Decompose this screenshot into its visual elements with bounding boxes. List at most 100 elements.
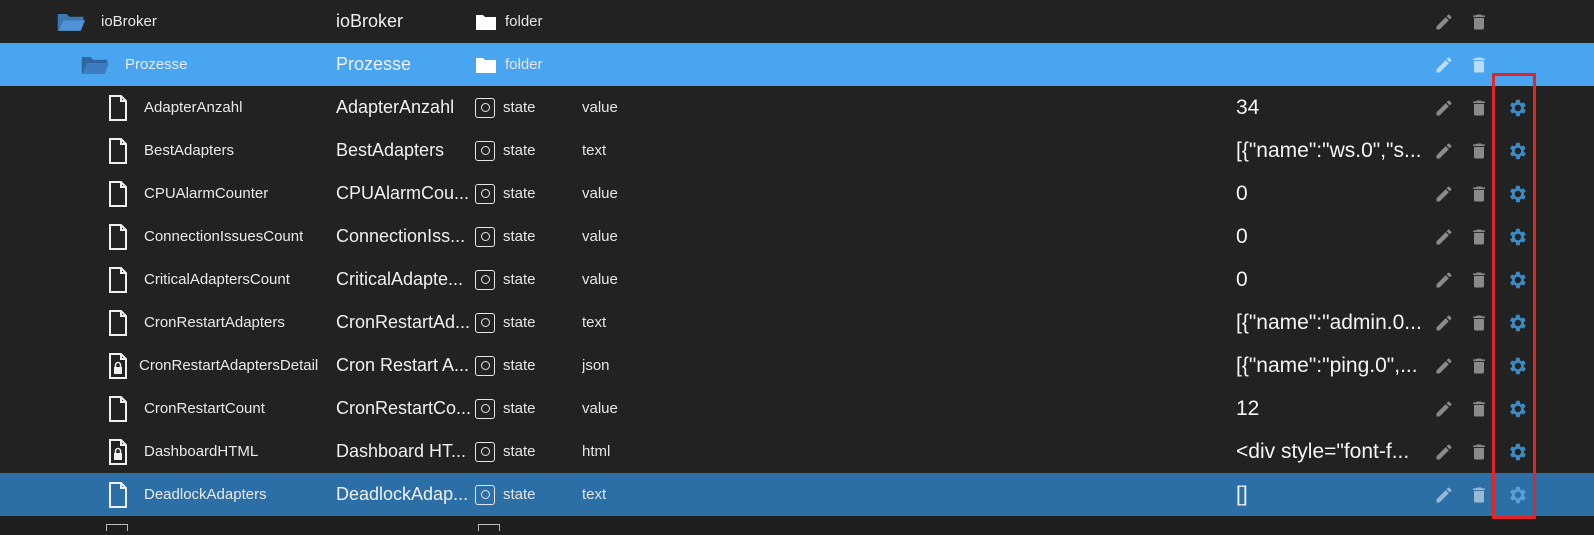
gear-icon[interactable] (1505, 129, 1529, 172)
tree-row-dashboardhtml[interactable]: DashboardHTML Dashboard HT... state html… (0, 430, 1594, 473)
object-id: CronRestartCount (144, 400, 265, 417)
object-name: CronRestartAd... (336, 312, 471, 332)
delete-icon[interactable] (1467, 258, 1491, 301)
object-role: json (582, 357, 610, 374)
state-icon (475, 226, 495, 247)
gear-icon[interactable] (1505, 215, 1529, 258)
state-icon (475, 140, 495, 161)
tree-row-connectionissuescount[interactable]: ConnectionIssuesCount ConnectionIss... s… (0, 215, 1594, 258)
object-name: Cron Restart A... (336, 355, 470, 375)
folder-icon (475, 56, 497, 74)
object-id: Prozesse (125, 56, 188, 73)
folder-open-icon[interactable] (56, 0, 86, 43)
edit-icon[interactable] (1432, 473, 1456, 516)
edit-icon[interactable] (1432, 430, 1456, 473)
object-value[interactable]: [{"name":"admin.0... (1236, 301, 1432, 344)
delete-icon[interactable] (1467, 473, 1491, 516)
object-id: CPUAlarmCounter (144, 185, 269, 202)
object-type: folder (475, 0, 565, 43)
delete-icon[interactable] (1467, 387, 1491, 430)
state-icon (475, 484, 495, 505)
edit-icon[interactable] (1432, 86, 1456, 129)
tree-row-cronrestartadaptersdetail[interactable]: CronRestartAdaptersDetail Cron Restart A… (0, 344, 1594, 387)
tree-row-adapteranzahl[interactable]: AdapterAnzahl AdapterAnzahl state value … (0, 86, 1594, 129)
file-lock-icon (103, 430, 133, 473)
object-type: state (475, 86, 565, 129)
delete-icon[interactable] (1467, 43, 1491, 86)
object-type: state (475, 430, 565, 473)
object-id: AdapterAnzahl (144, 99, 243, 116)
edit-icon[interactable] (1432, 172, 1456, 215)
object-value[interactable]: 34 (1236, 86, 1432, 129)
object-value[interactable]: 0 (1236, 215, 1432, 258)
object-value[interactable]: [{"name":"ws.0","s... (1236, 129, 1432, 172)
delete-icon[interactable] (1467, 215, 1491, 258)
file-icon (103, 387, 133, 430)
object-name: ioBroker (336, 11, 404, 31)
file-icon (106, 524, 128, 531)
state-icon (475, 355, 495, 376)
object-value[interactable]: 0 (1236, 258, 1432, 301)
tree-row-bestadapters[interactable]: BestAdapters BestAdapters state text [{"… (0, 129, 1594, 172)
tree-row-iobroker[interactable]: ioBroker ioBroker folder (0, 0, 1594, 43)
object-value[interactable]: [{"name":"ping.0",... (1236, 344, 1432, 387)
state-icon (475, 269, 495, 290)
tree-row-prozesse[interactable]: Prozesse Prozesse folder (0, 43, 1594, 86)
file-icon (103, 86, 133, 129)
object-role: value (582, 228, 618, 245)
gear-icon[interactable] (1505, 430, 1529, 473)
state-icon (478, 524, 500, 531)
delete-icon[interactable] (1467, 301, 1491, 344)
edit-icon[interactable] (1432, 215, 1456, 258)
object-type: state (475, 258, 565, 301)
edit-icon[interactable] (1432, 0, 1456, 43)
object-name: DeadlockAdap... (336, 484, 469, 504)
delete-icon[interactable] (1467, 344, 1491, 387)
gear-icon[interactable] (1505, 473, 1529, 516)
tree-row-cronrestartcount[interactable]: CronRestartCount CronRestartCo... state … (0, 387, 1594, 430)
edit-icon[interactable] (1432, 387, 1456, 430)
state-icon (475, 183, 495, 204)
edit-icon[interactable] (1432, 344, 1456, 387)
tree-row-cronrestartadapters[interactable]: CronRestartAdapters CronRestartAd... sta… (0, 301, 1594, 344)
object-role: value (582, 99, 618, 116)
object-type: state (475, 473, 565, 516)
delete-icon[interactable] (1467, 0, 1491, 43)
tree-row-cpualarmcounter[interactable]: CPUAlarmCounter CPUAlarmCou... state val… (0, 172, 1594, 215)
gear-icon[interactable] (1505, 86, 1529, 129)
gear-icon[interactable] (1505, 387, 1529, 430)
edit-icon[interactable] (1432, 258, 1456, 301)
gear-icon[interactable] (1505, 258, 1529, 301)
object-value[interactable]: 12 (1236, 387, 1432, 430)
object-id: DashboardHTML (144, 443, 259, 460)
object-type: state (475, 387, 565, 430)
object-id: BestAdapters (144, 142, 235, 159)
object-id: CronRestartAdaptersDetail (139, 357, 319, 374)
object-name: CriticalAdapte... (336, 269, 464, 289)
object-name: AdapterAnzahl (336, 97, 455, 117)
object-value[interactable]: <div style="font-f... (1236, 430, 1432, 473)
object-name: CronRestartCo... (336, 398, 472, 418)
delete-icon[interactable] (1467, 172, 1491, 215)
gear-icon[interactable] (1505, 344, 1529, 387)
gear-icon[interactable] (1505, 301, 1529, 344)
gear-icon[interactable] (1505, 172, 1529, 215)
tree-row-criticaladapterscount[interactable]: CriticalAdaptersCount CriticalAdapte... … (0, 258, 1594, 301)
object-value[interactable]: [] (1236, 473, 1432, 516)
delete-icon[interactable] (1467, 86, 1491, 129)
object-name: ConnectionIss... (336, 226, 466, 246)
state-icon (475, 97, 495, 118)
object-role: text (582, 486, 607, 503)
object-type: state (475, 344, 565, 387)
object-id: ConnectionIssuesCount (144, 228, 304, 245)
edit-icon[interactable] (1432, 43, 1456, 86)
edit-icon[interactable] (1432, 129, 1456, 172)
edit-icon[interactable] (1432, 301, 1456, 344)
folder-open-icon[interactable] (80, 43, 110, 86)
folder-icon (475, 13, 497, 31)
object-name: Prozesse (336, 54, 412, 74)
object-value[interactable]: 0 (1236, 172, 1432, 215)
delete-icon[interactable] (1467, 430, 1491, 473)
delete-icon[interactable] (1467, 129, 1491, 172)
tree-row-deadlockadapters[interactable]: DeadlockAdapters DeadlockAdap... state t… (0, 473, 1594, 516)
